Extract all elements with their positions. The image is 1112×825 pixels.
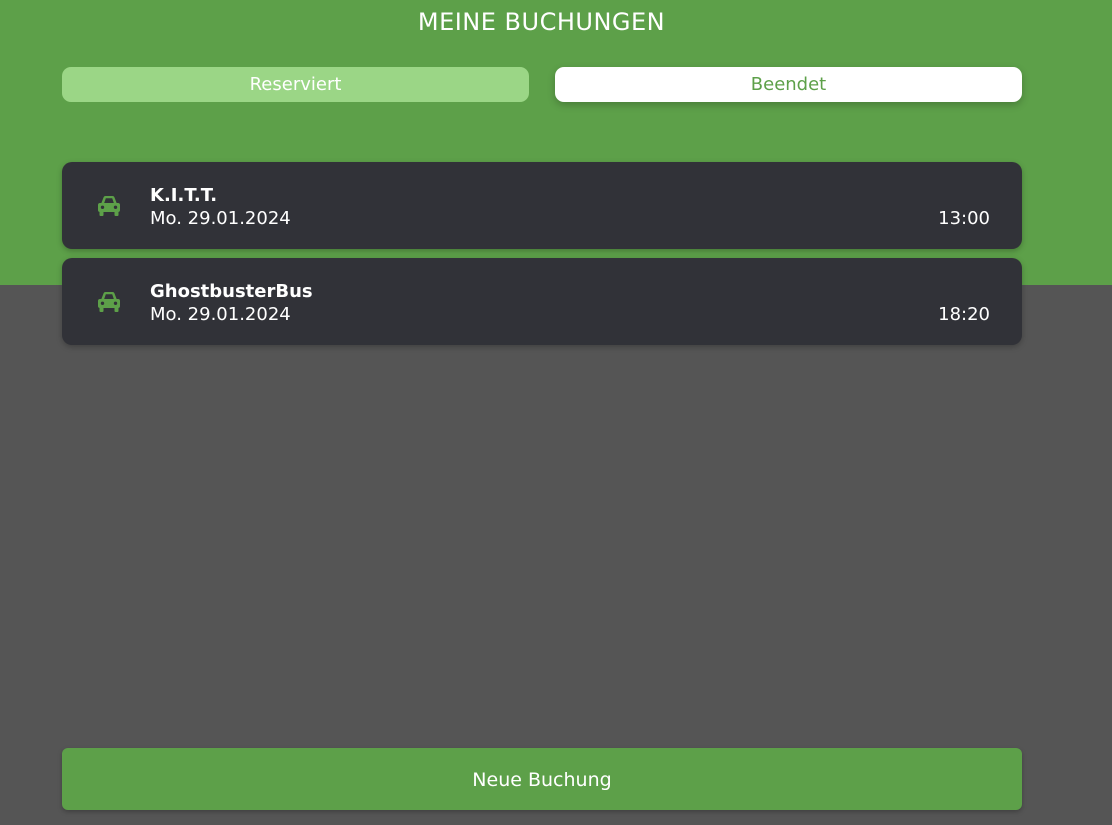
- tab-finished[interactable]: Beendet: [555, 67, 1022, 102]
- booking-card[interactable]: GhostbusterBus Mo. 29.01.2024 18:20: [62, 258, 1022, 345]
- booking-name: K.I.T.T.: [150, 185, 218, 206]
- booking-name: GhostbusterBus: [150, 281, 313, 302]
- booking-date: Mo. 29.01.2024: [150, 304, 291, 325]
- booking-tabs: Reserviert Beendet: [62, 67, 1022, 102]
- new-booking-button[interactable]: Neue Buchung: [62, 748, 1022, 810]
- booking-time: 13:00: [938, 208, 990, 229]
- tab-reserved[interactable]: Reserviert: [62, 67, 529, 102]
- car-icon: [96, 194, 122, 218]
- car-icon: [96, 290, 122, 314]
- booking-card[interactable]: K.I.T.T. Mo. 29.01.2024 13:00: [62, 162, 1022, 249]
- booking-date: Mo. 29.01.2024: [150, 208, 291, 229]
- booking-time: 18:20: [938, 304, 990, 325]
- page-title: MEINE BUCHUNGEN: [417, 8, 666, 36]
